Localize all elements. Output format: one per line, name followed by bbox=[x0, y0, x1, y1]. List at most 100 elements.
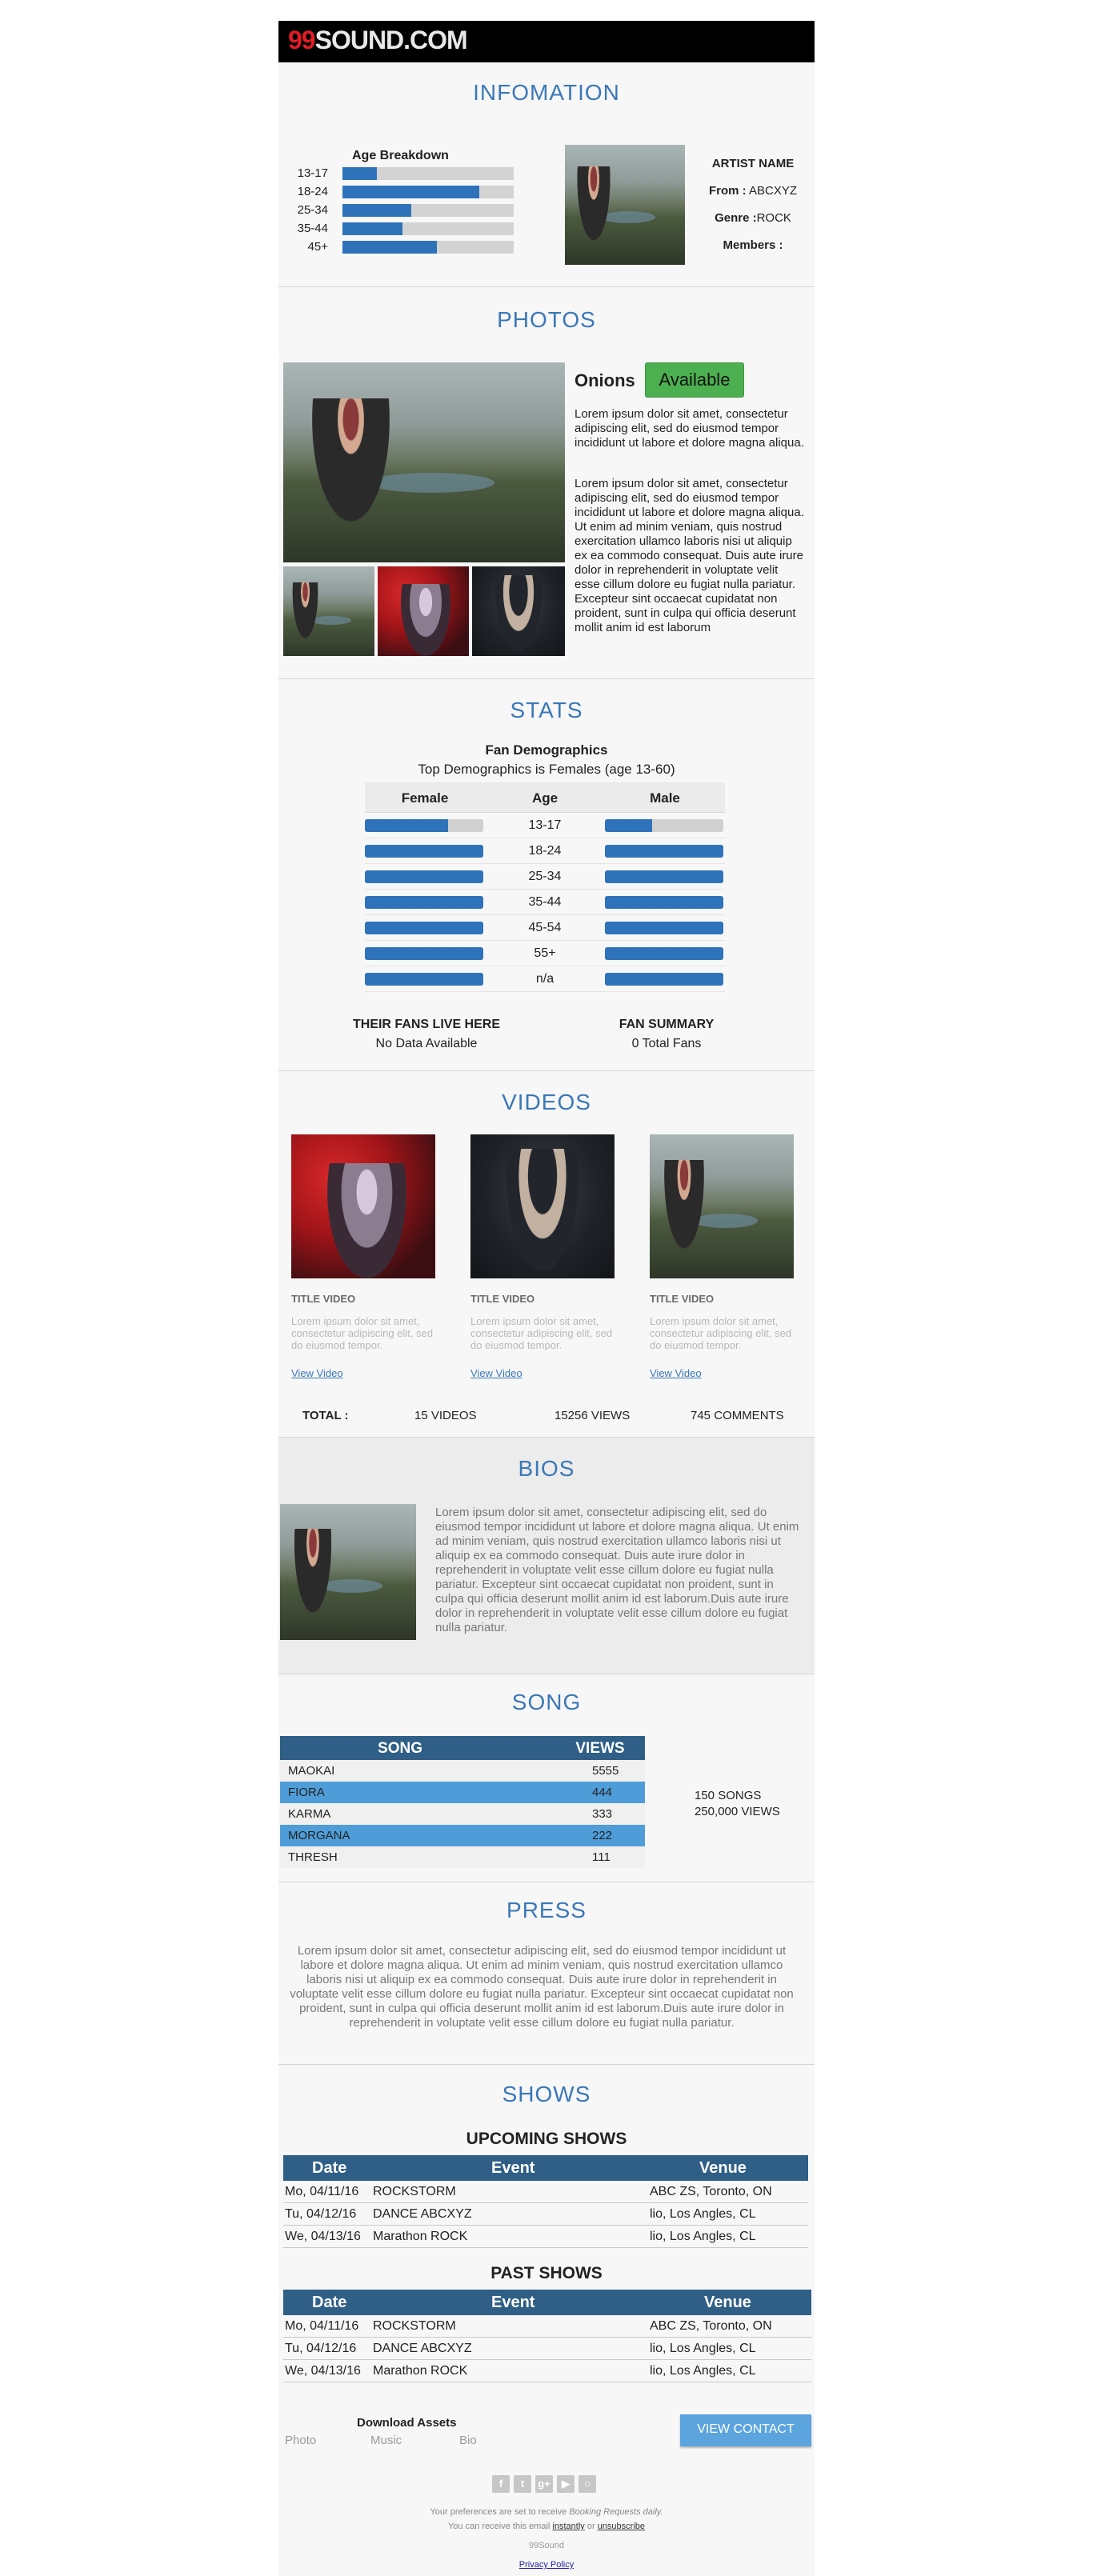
view-contact-button[interactable]: VIEW CONTACT bbox=[680, 2414, 811, 2446]
artist-photo bbox=[565, 145, 685, 265]
col-venue: Venue bbox=[699, 2159, 747, 2177]
demographics-age: 25-34 bbox=[528, 870, 562, 883]
song-row[interactable]: KARMA 333 bbox=[280, 1803, 645, 1825]
male-bar-fill bbox=[605, 922, 723, 934]
show-row[interactable]: We, 04/13/16 Marathon ROCK lio, Los Angles… bbox=[283, 2360, 811, 2382]
fan-summary-value: 0 Total Fans bbox=[631, 1037, 702, 1050]
song-name: KARMA bbox=[288, 1807, 331, 1821]
female-bar bbox=[365, 819, 483, 832]
male-bar-fill bbox=[605, 973, 723, 986]
stats-title: STATS bbox=[510, 698, 583, 722]
brand-logo-digits: 99 bbox=[288, 26, 316, 54]
song-summary-views: 250,000 VIEWS bbox=[695, 1805, 780, 1818]
age-bar-fill bbox=[342, 241, 437, 254]
female-bar bbox=[365, 973, 483, 986]
google-plus-icon[interactable]: g+ bbox=[535, 2475, 553, 2493]
song-row[interactable]: FIORA 444 bbox=[280, 1782, 645, 1803]
available-badge[interactable]: Available bbox=[645, 362, 744, 398]
age-bar-track bbox=[342, 167, 514, 180]
unsubscribe-link[interactable]: unsubscribe bbox=[598, 2522, 645, 2531]
video-thumbnail[interactable] bbox=[470, 1134, 615, 1278]
videos-total-label: TOTAL : bbox=[302, 1409, 349, 1422]
brand-logo[interactable]: 99SOUND.COM bbox=[288, 26, 468, 55]
show-row[interactable]: Mo, 04/11/16 ROCKSTORM ABC ZS, Toronto, ON bbox=[283, 2181, 808, 2203]
female-bar bbox=[365, 922, 483, 934]
show-event: ROCKSTORM bbox=[373, 2185, 456, 2198]
col-views: VIEWS bbox=[575, 1740, 625, 1757]
divider bbox=[278, 286, 815, 287]
photo-thumb[interactable] bbox=[283, 566, 374, 656]
bios-text: Lorem ipsum dolor sit amet, consectetur … bbox=[435, 1506, 799, 1634]
male-bar bbox=[605, 870, 723, 883]
instantly-link[interactable]: instantly bbox=[552, 2522, 584, 2531]
download-photo-link[interactable]: Photo bbox=[285, 2434, 316, 2447]
demographics-row: 55+ bbox=[365, 941, 725, 966]
view-video-link[interactable]: View Video bbox=[650, 1367, 702, 1379]
view-video-link[interactable]: View Video bbox=[470, 1367, 522, 1379]
top-bar: 99SOUND.COM bbox=[278, 21, 815, 62]
main-photo[interactable] bbox=[283, 362, 565, 562]
videos-title: VIDEOS bbox=[502, 1090, 591, 1114]
video-thumbnail[interactable] bbox=[291, 1134, 435, 1278]
download-music-link[interactable]: Music bbox=[370, 2434, 402, 2447]
video-description: Lorem ipsum dolor sit amet, consectetur … bbox=[470, 1315, 613, 1351]
demographics-row: n/a bbox=[365, 966, 725, 992]
show-date: Tu, 04/12/16 bbox=[285, 2207, 357, 2221]
female-bar-fill bbox=[365, 973, 483, 986]
download-bio-link[interactable]: Bio bbox=[459, 2434, 477, 2447]
age-bar-track bbox=[342, 186, 514, 198]
divider bbox=[278, 678, 815, 679]
show-row[interactable]: Tu, 04/12/16 DANCE ABCXYZ lio, Los Angles,… bbox=[283, 2338, 811, 2360]
company-name: 99Sound bbox=[528, 2541, 565, 2550]
show-row[interactable]: Tu, 04/12/16 DANCE ABCXYZ lio, Los Angles,… bbox=[283, 2203, 808, 2226]
twitter-icon[interactable]: t bbox=[514, 2475, 531, 2493]
facebook-icon[interactable]: f bbox=[492, 2475, 510, 2493]
fan-demographics-title: Fan Demographics bbox=[485, 742, 608, 758]
upcoming-shows-title: UPCOMING SHOWS bbox=[466, 2130, 627, 2148]
male-bar-fill bbox=[605, 896, 723, 909]
video-title: TITLE VIDEO bbox=[291, 1293, 356, 1305]
age-label: 45+ bbox=[307, 240, 328, 254]
show-row[interactable]: We, 04/13/16 Marathon ROCK lio, Los Angles… bbox=[283, 2226, 808, 2248]
past-shows-header: Date Event Venue bbox=[283, 2290, 811, 2315]
video-thumbnail[interactable] bbox=[650, 1134, 794, 1278]
show-row[interactable]: Mo, 04/11/16 ROCKSTORM ABC ZS, Toronto, ON bbox=[283, 2315, 811, 2338]
view-video-link[interactable]: View Video bbox=[291, 1367, 343, 1379]
age-bar-fill bbox=[342, 186, 479, 198]
female-bar-fill bbox=[365, 896, 483, 909]
fan-summary-title: FAN SUMMARY bbox=[619, 1018, 715, 1031]
bios-photo bbox=[280, 1504, 416, 1640]
age-bar-track bbox=[342, 204, 514, 217]
show-venue: lio, Los Angles, CL bbox=[650, 2342, 756, 2355]
bios-title: BIOS bbox=[518, 1456, 575, 1481]
youtube-icon[interactable]: ▶ bbox=[557, 2475, 575, 2493]
video-title: TITLE VIDEO bbox=[650, 1293, 715, 1305]
instagram-icon[interactable]: ○ bbox=[579, 2475, 596, 2493]
age-bar-fill bbox=[342, 204, 411, 217]
artist-name: ARTIST NAME bbox=[711, 157, 795, 170]
song-row[interactable]: THRESH 111 bbox=[280, 1846, 645, 1868]
col-male: Male bbox=[650, 790, 680, 806]
upcoming-shows-header: Date Event Venue bbox=[283, 2155, 808, 2181]
genre-value: ROCK bbox=[756, 211, 791, 225]
brand-logo-word: SOUND.COM bbox=[314, 26, 468, 54]
song-row[interactable]: MORGANA 222 bbox=[280, 1825, 645, 1846]
col-date: Date bbox=[312, 2159, 347, 2177]
song-row[interactable]: MAOKAI 5555 bbox=[280, 1760, 645, 1782]
video-title: TITLE VIDEO bbox=[470, 1293, 535, 1305]
age-bar-fill bbox=[342, 222, 402, 235]
female-bar-fill bbox=[365, 870, 483, 883]
song-name: MAOKAI bbox=[288, 1764, 335, 1778]
col-venue: Venue bbox=[704, 2294, 751, 2311]
fans-live-value: No Data Available bbox=[375, 1037, 478, 1050]
photo-thumb[interactable] bbox=[378, 566, 469, 656]
photo-thumb[interactable] bbox=[472, 566, 565, 656]
show-venue: lio, Los Angles, CL bbox=[650, 2207, 756, 2221]
show-event: ROCKSTORM bbox=[373, 2319, 456, 2333]
social-links: f t g+ ▶ ○ bbox=[492, 2475, 604, 2493]
demographics-header: Female Age Male bbox=[365, 782, 725, 813]
show-event: Marathon ROCK bbox=[373, 2364, 468, 2378]
female-bar bbox=[365, 845, 483, 858]
male-bar bbox=[605, 819, 723, 832]
privacy-policy-link[interactable]: Privacy Policy bbox=[278, 2560, 815, 2570]
